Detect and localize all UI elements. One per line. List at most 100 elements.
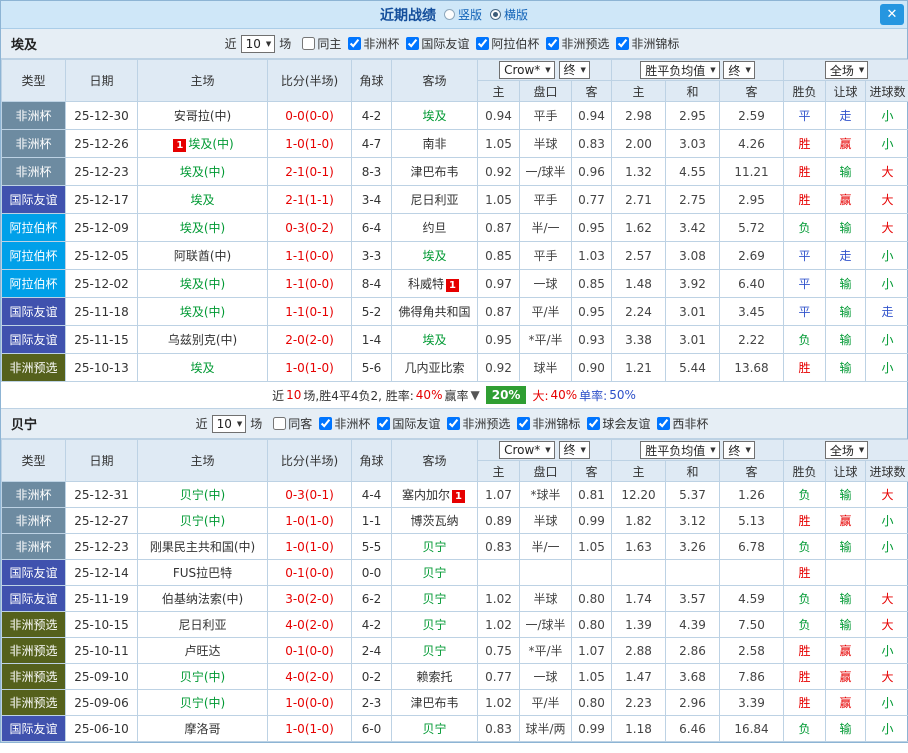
sub-avg-away-header: 客 bbox=[719, 460, 785, 482]
avg-type-select[interactable]: 胜平负均值 ▼ bbox=[640, 61, 720, 79]
team-label: 阿联酋(中) bbox=[173, 249, 232, 263]
filter-checkbox-西非杯[interactable]: 西非杯 bbox=[657, 415, 708, 432]
filter-checkbox-同客[interactable]: 同客 bbox=[273, 415, 312, 432]
match-date: 25-09-06 bbox=[65, 689, 138, 716]
home-team: FUS拉巴特 bbox=[137, 559, 268, 586]
filter-checkbox-同主[interactable]: 同主 bbox=[302, 35, 341, 52]
avg-home: 2.00 bbox=[611, 129, 667, 158]
radio-vertical-label: 竖版 bbox=[457, 8, 482, 22]
filter-checkbox-国际友谊[interactable]: 国际友谊 bbox=[406, 35, 469, 52]
match-count-select[interactable]: 10 ▼ bbox=[211, 414, 247, 433]
scope-select[interactable]: 全场 ▼ bbox=[824, 61, 869, 79]
filter-label: 非洲锦标 bbox=[631, 37, 680, 51]
result-handicap: 输 bbox=[825, 325, 867, 354]
checkbox[interactable] bbox=[616, 37, 630, 50]
away-team: 南非 bbox=[391, 129, 478, 158]
match-score: 1-0(1-0) bbox=[267, 533, 352, 560]
checkbox[interactable] bbox=[377, 417, 391, 430]
result-goals: 小 bbox=[865, 101, 908, 130]
summary-text-segment: 赢率 bbox=[444, 388, 469, 403]
result-handicap: 赢 bbox=[825, 185, 867, 214]
avg-away: 3.39 bbox=[719, 689, 785, 716]
avg-home: 2.88 bbox=[611, 637, 667, 664]
checkbox[interactable] bbox=[406, 37, 420, 50]
near-label: 近 bbox=[195, 417, 208, 431]
type-badge: 阿拉伯杯 bbox=[1, 269, 66, 298]
odds-away: 1.05 bbox=[570, 663, 613, 690]
filter-checkbox-非洲杯[interactable]: 非洲杯 bbox=[348, 35, 399, 52]
chevron-down-icon: ▼ bbox=[858, 446, 865, 454]
result-handicap: 赢 bbox=[825, 129, 867, 158]
match-row: 非洲杯 25-12-23 埃及(中) 2-1(0-1) 8-3 津巴布韦 0.92 一/球半 0… bbox=[1, 157, 908, 186]
odds-home: 0.92 bbox=[477, 353, 520, 382]
result-goals: 小 bbox=[865, 637, 908, 664]
result-handicap: 输 bbox=[825, 715, 867, 742]
home-team: 乌兹别克(中) bbox=[137, 325, 268, 354]
odds-home: 0.77 bbox=[477, 663, 520, 690]
filter-checkbox-非洲锦标[interactable]: 非洲锦标 bbox=[517, 415, 580, 432]
competition-filters: 同客 非洲杯 国际友谊 非洲预选 非洲锦标 球会友谊 西非杯 bbox=[266, 415, 708, 432]
close-button[interactable]: ✕ bbox=[880, 4, 904, 25]
away-team: 津巴布韦 bbox=[391, 689, 478, 716]
match-score: 0-3(0-2) bbox=[267, 213, 352, 242]
layout-radio-vertical[interactable]: 竖版 bbox=[443, 6, 482, 23]
avg-draw bbox=[665, 559, 721, 586]
near-label: 近 bbox=[224, 37, 237, 51]
filter-checkbox-国际友谊[interactable]: 国际友谊 bbox=[377, 415, 440, 432]
avg-away: 6.78 bbox=[719, 533, 785, 560]
checkbox[interactable] bbox=[302, 37, 316, 50]
filter-checkbox-非洲预选[interactable]: 非洲预选 bbox=[447, 415, 510, 432]
corner-score: 2-4 bbox=[351, 637, 392, 664]
corner-score: 2-3 bbox=[351, 689, 392, 716]
avg-away: 5.13 bbox=[719, 507, 785, 534]
away-team: 埃及 bbox=[391, 241, 478, 270]
checkbox[interactable] bbox=[517, 417, 531, 430]
avg-away: 13.68 bbox=[719, 353, 785, 382]
bookmaker-select[interactable]: Crow* ▼ bbox=[499, 441, 555, 460]
chevron-down-icon: ▼ bbox=[265, 39, 272, 48]
checkbox[interactable] bbox=[546, 37, 560, 50]
scope-group-header: 全场 ▼ bbox=[783, 439, 908, 461]
odds-away: 1.05 bbox=[570, 533, 613, 560]
match-row: 国际友谊 25-11-18 埃及(中) 1-1(0-1) 5-2 佛得角共和国 0.87 平/… bbox=[1, 297, 908, 326]
summary-text-segment: 40% bbox=[415, 388, 443, 402]
avg-final-select[interactable]: 终 ▼ bbox=[723, 441, 755, 459]
checkbox[interactable] bbox=[348, 37, 362, 50]
avg-final-select[interactable]: 终 ▼ bbox=[723, 61, 755, 79]
checkbox[interactable] bbox=[319, 417, 333, 430]
bookmaker-select[interactable]: Crow* ▼ bbox=[499, 61, 555, 80]
team-label: 伯基纳法索(中) bbox=[161, 592, 244, 606]
match-score: 1-0(1-0) bbox=[267, 507, 352, 534]
match-score: 0-0(0-0) bbox=[267, 101, 352, 130]
checkbox[interactable] bbox=[657, 417, 671, 430]
away-team: 约旦 bbox=[391, 213, 478, 242]
result-wdl: 负 bbox=[783, 325, 827, 354]
odds-final-select[interactable]: 终 ▼ bbox=[558, 440, 590, 459]
checkbox[interactable] bbox=[447, 417, 461, 430]
odds-final-select[interactable]: 终 ▼ bbox=[558, 60, 590, 79]
filter-checkbox-球会友谊[interactable]: 球会友谊 bbox=[587, 415, 650, 432]
checkbox[interactable] bbox=[476, 37, 490, 50]
avg-away: 2.69 bbox=[719, 241, 785, 270]
away-team: 塞内加尔 1 bbox=[391, 481, 478, 508]
type-badge: 国际友谊 bbox=[1, 297, 66, 326]
checkbox[interactable] bbox=[273, 417, 287, 430]
checkbox[interactable] bbox=[587, 417, 601, 430]
avg-type-select[interactable]: 胜平负均值 ▼ bbox=[640, 441, 720, 459]
scope-select[interactable]: 全场 ▼ bbox=[824, 441, 869, 459]
match-count-select[interactable]: 10 ▼ bbox=[240, 34, 276, 53]
filter-checkbox-阿拉伯杯[interactable]: 阿拉伯杯 bbox=[476, 35, 539, 52]
odds-home: 0.75 bbox=[477, 637, 520, 664]
team-label: 贝宁(中) bbox=[179, 488, 226, 502]
layout-radio-horizontal[interactable]: 横版 bbox=[490, 6, 528, 23]
avg-home: 1.21 bbox=[611, 353, 667, 382]
home-team: 埃及(中) bbox=[137, 213, 268, 242]
filter-checkbox-非洲锦标[interactable]: 非洲锦标 bbox=[616, 35, 679, 52]
result-handicap: 输 bbox=[825, 585, 867, 612]
avg-away: 4.59 bbox=[719, 585, 785, 612]
result-handicap: 赢 bbox=[825, 663, 867, 690]
sub-home-header: 主 bbox=[477, 80, 520, 102]
filter-checkbox-非洲预选[interactable]: 非洲预选 bbox=[546, 35, 609, 52]
filter-checkbox-非洲杯[interactable]: 非洲杯 bbox=[319, 415, 370, 432]
type-badge: 非洲杯 bbox=[1, 101, 66, 130]
